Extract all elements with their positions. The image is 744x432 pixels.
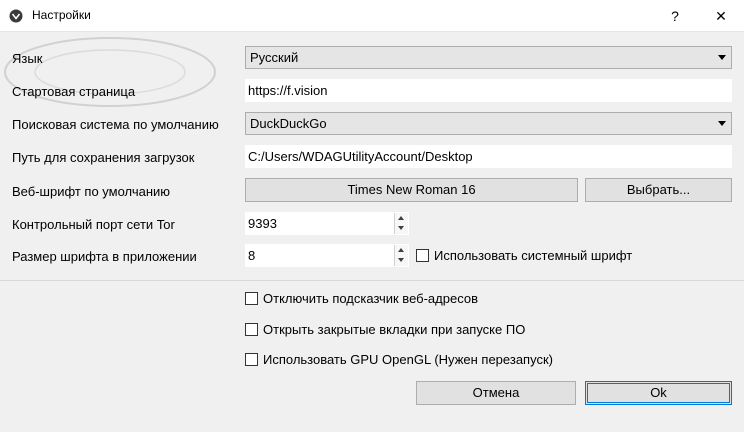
language-value: Русский	[250, 50, 299, 65]
ok-button-label: Ok	[650, 385, 667, 400]
url-autocomplete-row[interactable]: Отключить подсказчик веб-адресов	[245, 291, 478, 306]
reopen-tabs-label: Открыть закрытые вкладки при запуске ПО	[263, 322, 526, 337]
chevron-down-icon	[718, 55, 726, 60]
download-path-input[interactable]: C:/Users/WDAGUtilityAccount/Desktop	[245, 145, 732, 168]
spin-down-icon[interactable]	[398, 226, 404, 230]
system-font-label: Использовать системный шрифт	[434, 248, 633, 263]
divider	[0, 280, 744, 281]
web-font-label: Веб-шрифт по умолчанию	[12, 184, 171, 199]
search-engine-label: Поисковая система по умолчанию	[12, 117, 219, 132]
app-icon	[9, 9, 23, 23]
window-title: Настройки	[32, 8, 91, 22]
spin-up-icon[interactable]	[398, 248, 404, 252]
url-autocomplete-checkbox[interactable]	[245, 292, 258, 305]
spin-down-icon[interactable]	[398, 258, 404, 262]
tor-port-label: Контрольный порт сети Tor	[12, 217, 175, 232]
start-page-value: https://f.vision	[248, 83, 328, 98]
download-path-label: Путь для сохранения загрузок	[12, 150, 195, 165]
font-size-label: Размер шрифта в приложении	[12, 249, 197, 264]
start-page-input[interactable]: https://f.vision	[245, 79, 732, 102]
help-button[interactable]: ?	[652, 0, 698, 32]
choose-font-button[interactable]: Выбрать...	[585, 178, 732, 202]
close-button[interactable]: ✕	[698, 0, 744, 32]
url-autocomplete-label: Отключить подсказчик веб-адресов	[263, 291, 478, 306]
spin-arrows[interactable]	[394, 245, 408, 266]
tor-port-spinbox[interactable]: 9393	[245, 212, 409, 235]
language-select[interactable]: Русский	[245, 46, 732, 69]
gpu-opengl-row[interactable]: Использовать GPU OpenGL (Нужен перезапус…	[245, 352, 553, 367]
download-path-value: C:/Users/WDAGUtilityAccount/Desktop	[248, 149, 473, 164]
ok-button[interactable]: Ok	[585, 381, 732, 405]
system-font-checkbox[interactable]	[416, 249, 429, 262]
font-size-value: 8	[248, 248, 256, 263]
spin-arrows[interactable]	[394, 213, 408, 234]
language-label: Язык	[12, 51, 43, 66]
cancel-button[interactable]: Отмена	[416, 381, 576, 405]
search-engine-value: DuckDuckGo	[250, 116, 327, 131]
web-font-button[interactable]: Times New Roman 16	[245, 178, 578, 202]
reopen-tabs-checkbox[interactable]	[245, 323, 258, 336]
spin-up-icon[interactable]	[398, 216, 404, 220]
start-page-label: Стартовая страница	[12, 84, 136, 99]
gpu-opengl-checkbox[interactable]	[245, 353, 258, 366]
search-engine-select[interactable]: DuckDuckGo	[245, 112, 732, 135]
reopen-tabs-row[interactable]: Открыть закрытые вкладки при запуске ПО	[245, 322, 525, 337]
font-size-spinbox[interactable]: 8	[245, 244, 409, 267]
system-font-checkbox-row[interactable]: Использовать системный шрифт	[416, 248, 632, 263]
tor-port-value: 9393	[248, 216, 277, 231]
gpu-opengl-label: Использовать GPU OpenGL (Нужен перезапус…	[263, 352, 553, 367]
chevron-down-icon	[718, 121, 726, 126]
title-bar: Настройки ? ✕	[0, 0, 744, 32]
